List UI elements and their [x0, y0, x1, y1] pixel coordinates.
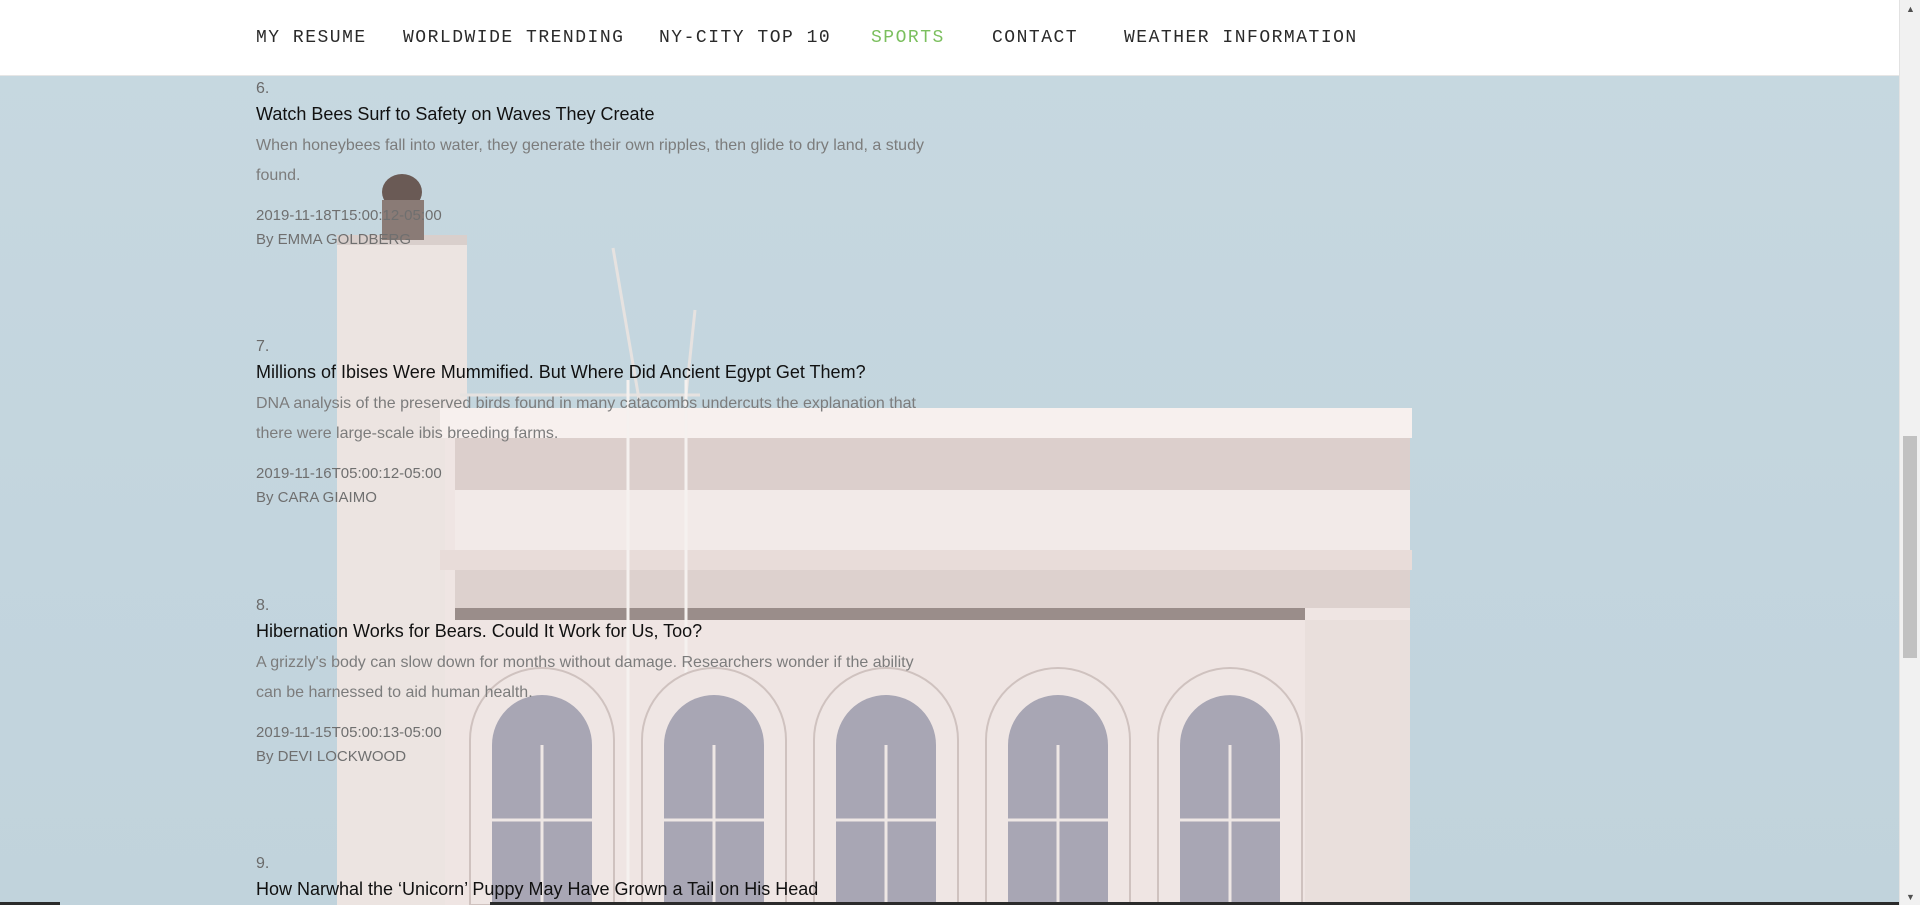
article-byline: By CARA GIAIMO	[256, 489, 377, 506]
scroll-down-arrow-icon[interactable]: ▼	[1900, 888, 1920, 905]
nav-item-contact[interactable]: CONTACT	[992, 28, 1078, 48]
vertical-scrollbar[interactable]: ▲ ▼	[1899, 0, 1920, 905]
scrollbar-thumb[interactable]	[1903, 436, 1917, 658]
nav-item-sports[interactable]: SPORTS	[871, 28, 945, 48]
article-date: 2019-11-18T15:00:12-05:00	[256, 207, 442, 224]
article-date: 2019-11-15T05:00:13-05:00	[256, 724, 442, 741]
article-number: 6.	[256, 80, 270, 97]
page: MY RESUME WORLDWIDE TRENDING NY-CITY TOP…	[0, 0, 1920, 905]
scroll-up-arrow-icon[interactable]: ▲	[1900, 0, 1920, 17]
article-title[interactable]: How Narwhal the ‘Unicorn’ Puppy May Have…	[256, 879, 936, 900]
article-abstract: When honeybees fall into water, they gen…	[256, 137, 924, 184]
article-item: 9. How Narwhal the ‘Unicorn’ Puppy May H…	[256, 855, 936, 900]
article-number: 8.	[256, 597, 270, 614]
article-byline: By DEVI LOCKWOOD	[256, 748, 407, 765]
article-item: 7. Millions of Ibises Were Mummified. Bu…	[256, 338, 936, 506]
article-title[interactable]: Hibernation Works for Bears. Could It Wo…	[256, 621, 936, 642]
article-date: 2019-11-16T05:00:12-05:00	[256, 465, 442, 482]
nav-item-worldwide-trending[interactable]: WORLDWIDE TRENDING	[403, 28, 624, 48]
article-item: 8. Hibernation Works for Bears. Could It…	[256, 597, 936, 765]
nav-item-my-resume[interactable]: MY RESUME	[256, 28, 367, 48]
nav-item-weather-information[interactable]: WEATHER INFORMATION	[1124, 28, 1358, 48]
article-byline: By EMMA GOLDBERG	[256, 231, 412, 248]
article-abstract: A grizzly's body can slow down for month…	[256, 654, 914, 701]
article-abstract: DNA analysis of the preserved birds foun…	[256, 395, 916, 442]
article-item: 6. Watch Bees Surf to Safety on Waves Th…	[256, 80, 936, 248]
article-number: 9.	[256, 855, 270, 872]
article-title[interactable]: Millions of Ibises Were Mummified. But W…	[256, 362, 936, 383]
nav-item-ny-city-top-10[interactable]: NY-CITY TOP 10	[659, 28, 831, 48]
article-number: 7.	[256, 338, 270, 355]
top-navigation: MY RESUME WORLDWIDE TRENDING NY-CITY TOP…	[0, 0, 1899, 76]
article-title[interactable]: Watch Bees Surf to Safety on Waves They …	[256, 104, 936, 125]
